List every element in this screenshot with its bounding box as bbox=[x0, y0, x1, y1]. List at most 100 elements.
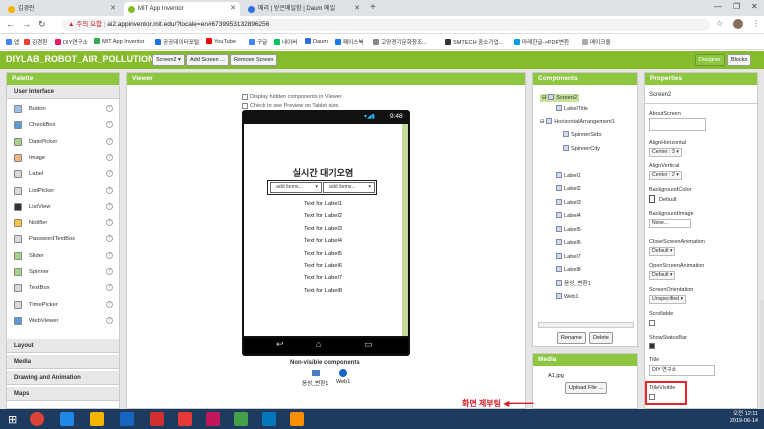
bookmark-apps[interactable]: 앱 bbox=[6, 38, 19, 46]
help-icon[interactable]: ? bbox=[106, 202, 113, 210]
viewer-label-1[interactable]: Text for Label1 bbox=[244, 201, 402, 207]
help-icon[interactable]: ? bbox=[106, 186, 113, 194]
component-node[interactable]: Label2 bbox=[556, 185, 581, 193]
edge-icon[interactable] bbox=[60, 412, 74, 426]
background-color-value[interactable]: Default bbox=[659, 197, 676, 203]
palette-item-listview[interactable]: ListView? bbox=[7, 199, 119, 215]
help-icon[interactable]: ? bbox=[106, 268, 113, 275]
close-icon[interactable]: ✕ bbox=[230, 2, 236, 16]
help-icon[interactable]: ? bbox=[106, 219, 113, 227]
scrollable-checkbox[interactable] bbox=[649, 320, 655, 326]
app-icon[interactable] bbox=[234, 412, 248, 426]
text-to-speech-icon[interactable] bbox=[312, 370, 320, 376]
bookmark-item[interactable]: 메이크올 bbox=[582, 38, 611, 46]
viewer-label-3[interactable]: Text for Label3 bbox=[244, 226, 402, 232]
help-icon[interactable]: ? bbox=[106, 251, 113, 259]
palette-item-datepicker[interactable]: DatePicker? bbox=[7, 134, 119, 150]
bookmark-item[interactable]: 구글 bbox=[249, 38, 267, 46]
component-node[interactable]: 음성_변환1 bbox=[556, 280, 591, 288]
bookmark-item[interactable]: YouTube bbox=[206, 38, 236, 45]
properties-scrollbar[interactable] bbox=[760, 300, 764, 409]
delete-button[interactable]: Delete bbox=[589, 332, 613, 344]
palette-section-media[interactable]: Media bbox=[7, 355, 119, 369]
browser-tab-2[interactable]: MIT App Inventor ✕ bbox=[124, 2, 240, 16]
close-animation-select[interactable]: Default ▾ bbox=[649, 247, 676, 256]
components-hscrollbar[interactable] bbox=[538, 322, 634, 328]
bookmark-item[interactable]: 페이스북 bbox=[335, 38, 364, 46]
palette-section-layout[interactable]: Layout bbox=[7, 339, 119, 353]
windows-start-icon[interactable]: ⊞ bbox=[8, 413, 17, 426]
window-close-icon[interactable]: ✕ bbox=[751, 2, 758, 11]
url-input[interactable]: ▲ 주의 요함 | ai2.appinventor.mit.edu/?local… bbox=[62, 19, 710, 31]
spinner-sido[interactable]: add items... ▾ bbox=[270, 182, 322, 193]
close-icon[interactable]: ✕ bbox=[110, 2, 116, 16]
viewer-label-4[interactable]: Text for Label4 bbox=[244, 238, 402, 244]
rename-button[interactable]: Rename bbox=[557, 332, 586, 344]
system-clock[interactable]: 오전 12:11 2019-06-14 bbox=[730, 411, 758, 425]
screen-orientation-select[interactable]: Unspecified ▾ bbox=[649, 295, 687, 304]
palette-item-spinner[interactable]: Spinner? bbox=[7, 264, 119, 280]
component-node[interactable]: Label8 bbox=[556, 266, 581, 274]
tablet-preview-checkbox[interactable] bbox=[242, 103, 248, 109]
remove-screen-button[interactable]: Remove Screen bbox=[230, 54, 278, 66]
app-icon[interactable] bbox=[262, 412, 276, 426]
app-icon[interactable] bbox=[206, 412, 220, 426]
viewer-label-5[interactable]: Text for Label5 bbox=[244, 251, 402, 257]
align-horizontal-select[interactable]: Center : 3 ▾ bbox=[649, 148, 682, 157]
palette-item-textbox[interactable]: TextBox? bbox=[7, 280, 119, 296]
star-icon[interactable]: ☆ bbox=[716, 19, 723, 28]
bookmark-item[interactable]: 공공데이터포털 bbox=[155, 38, 199, 46]
bookmark-item[interactable]: 고양경기문화창조... bbox=[373, 38, 427, 46]
component-node[interactable]: Label1 bbox=[556, 172, 581, 180]
bookmark-item[interactable]: SMTECH 중소기업... bbox=[445, 38, 503, 46]
browser-tab-1[interactable]: 김경란 ✕ bbox=[4, 2, 120, 16]
component-node[interactable]: SpinnerSido bbox=[563, 131, 601, 139]
component-node[interactable]: Label6 bbox=[556, 239, 581, 247]
viewer-label-7[interactable]: Text for Label7 bbox=[244, 275, 402, 281]
help-icon[interactable]: ? bbox=[106, 300, 113, 308]
component-node[interactable]: Web1 bbox=[556, 293, 579, 301]
bookmark-item[interactable]: 마레한글->PDF변환 bbox=[514, 38, 569, 46]
component-node[interactable]: ⊟ HorizontalArrangement1 bbox=[540, 118, 615, 126]
palette-section-maps[interactable]: Maps bbox=[7, 387, 119, 401]
palette-section-drawing[interactable]: Drawing and Animation bbox=[7, 371, 119, 385]
back-icon[interactable]: ← bbox=[6, 19, 15, 29]
show-status-bar-checkbox[interactable] bbox=[649, 343, 655, 349]
component-node[interactable]: Label5 bbox=[556, 226, 581, 234]
palette-item-passwordtextbox[interactable]: PasswordTextBox? bbox=[7, 231, 119, 247]
media-file[interactable]: A1.jpg bbox=[548, 373, 564, 379]
open-animation-select[interactable]: Default ▾ bbox=[649, 271, 676, 280]
web-icon[interactable] bbox=[339, 369, 347, 377]
reload-icon[interactable]: ↻ bbox=[38, 19, 46, 30]
app-icon[interactable] bbox=[290, 412, 304, 426]
help-icon[interactable]: ? bbox=[106, 121, 113, 129]
help-icon[interactable]: ? bbox=[106, 235, 113, 243]
component-node[interactable]: LabelTitle bbox=[556, 105, 588, 113]
palette-item-checkbox[interactable]: CheckBox? bbox=[7, 117, 119, 133]
palette-item-timepicker[interactable]: TimePicker? bbox=[7, 297, 119, 313]
forward-icon[interactable]: → bbox=[22, 19, 31, 29]
palette-item-listpicker[interactable]: ListPicker? bbox=[7, 183, 119, 199]
label-title[interactable]: 실시간 대기오염 bbox=[244, 166, 402, 179]
bookmark-item[interactable]: MIT App Inventor bbox=[94, 38, 145, 45]
close-icon[interactable]: ✕ bbox=[354, 2, 360, 16]
viewer-label-6[interactable]: Text for Label6 bbox=[244, 263, 402, 269]
palette-item-label[interactable]: Label? bbox=[7, 166, 119, 182]
palette-item-image[interactable]: Image? bbox=[7, 150, 119, 166]
bookmark-item[interactable]: 김경환 bbox=[24, 38, 47, 46]
chrome-icon[interactable] bbox=[30, 412, 44, 426]
palette-item-notifier[interactable]: Notifier? bbox=[7, 215, 119, 231]
upload-file-button[interactable]: Upload File ... bbox=[565, 382, 607, 394]
app-icon[interactable] bbox=[178, 412, 192, 426]
folder-icon[interactable] bbox=[90, 412, 104, 426]
avatar[interactable] bbox=[733, 19, 743, 29]
menu-icon[interactable]: ⋮ bbox=[752, 19, 760, 28]
screen-select[interactable]: Screen2 ▾ bbox=[152, 54, 185, 66]
app-icon[interactable] bbox=[150, 412, 164, 426]
help-icon[interactable]: ? bbox=[106, 105, 113, 112]
viewer-label-8[interactable]: Text for Label8 bbox=[244, 288, 402, 294]
hidden-components-checkbox[interactable] bbox=[242, 94, 248, 100]
component-node[interactable]: ⊟ Screen2 bbox=[540, 94, 580, 102]
palette-section-user-interface[interactable]: User Interface bbox=[7, 85, 119, 99]
maximize-icon[interactable]: ❐ bbox=[733, 2, 740, 11]
